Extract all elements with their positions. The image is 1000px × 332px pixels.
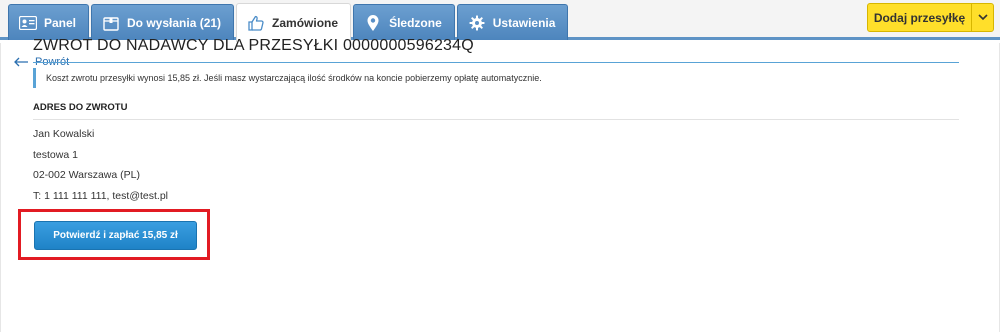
tab-label: Do wysłania (21) <box>127 15 222 30</box>
tab-label: Ustawienia <box>492 15 556 30</box>
add-shipment-button[interactable]: Dodaj przesyłkę <box>867 3 994 32</box>
gear-icon <box>468 14 486 32</box>
tab-to-send[interactable]: Do wysłania (21) <box>91 4 235 40</box>
tab-label: Śledzone <box>389 15 442 30</box>
tab-bar: Panel Do wysłania (21) Zamówione Śledzon… <box>8 3 569 42</box>
page-title: ZWROT DO NADAWCY DLA PRZESYŁKI 000000059… <box>33 37 959 63</box>
info-notice: Koszt zwrotu przesyłki wynosi 15,85 zł. … <box>33 68 959 88</box>
top-navigation-bar: Panel Do wysłania (21) Zamówione Śledzon… <box>0 0 1000 42</box>
tab-settings[interactable]: Ustawienia <box>456 4 569 40</box>
address-city: 02-002 Warszawa (PL) <box>33 169 140 181</box>
section-heading: ADRES DO ZWROTU <box>33 102 959 120</box>
address-street: testowa 1 <box>33 149 78 161</box>
map-pin-icon <box>364 14 382 32</box>
address-name: Jan Kowalski <box>33 128 95 140</box>
tab-panel[interactable]: Panel <box>8 4 90 40</box>
package-icon <box>102 14 120 32</box>
address-contact: T: 1 111 111 111, test@test.pl <box>33 190 168 202</box>
id-card-icon <box>19 14 37 32</box>
arrow-left-icon <box>14 57 28 67</box>
confirm-pay-button[interactable]: Potwierdź i zapłać 15,85 zł <box>34 221 197 250</box>
info-text: Koszt zwrotu przesyłki wynosi 15,85 zł. … <box>46 73 542 83</box>
thumbs-up-icon <box>247 14 265 32</box>
tab-label: Panel <box>44 15 77 30</box>
tab-tracked[interactable]: Śledzone <box>353 4 455 40</box>
chevron-down-icon[interactable] <box>971 4 993 31</box>
tab-label: Zamówione <box>272 16 339 30</box>
add-shipment-label[interactable]: Dodaj przesyłkę <box>868 4 971 31</box>
